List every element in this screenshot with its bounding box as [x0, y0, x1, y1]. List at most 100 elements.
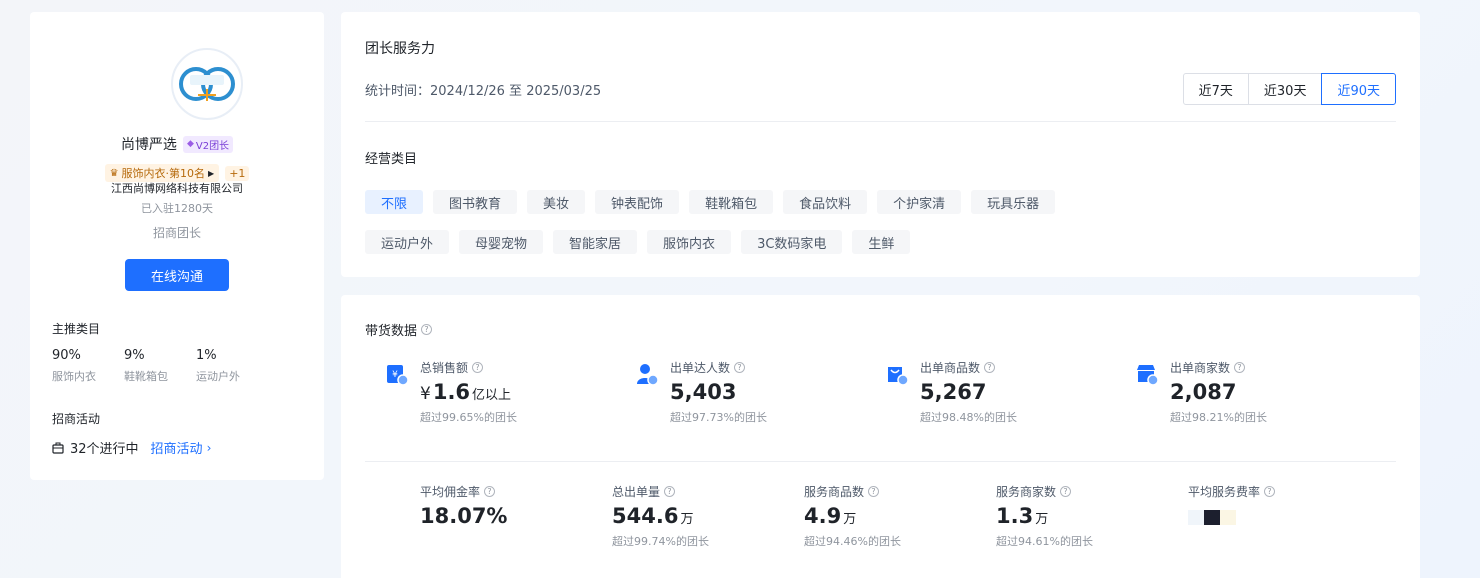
primary-metrics: ¥ 总销售额 ? ¥ 1.6 亿以上 超过99.65%的团长 出单达人数 ? 5… [385, 359, 1385, 425]
activity-link[interactable]: 招商活动 › [145, 438, 212, 458]
svg-text:¥: ¥ [392, 370, 398, 380]
help-icon[interactable]: ? [868, 486, 880, 497]
activity-count: 32个进行中 [70, 442, 139, 457]
chip-row: 运动户外 母婴宠物 智能家居 服饰内衣 3C数码家电 生鲜 [365, 230, 1396, 254]
sales-title-row: 带货数据 ? [365, 320, 433, 339]
shop-logo [171, 48, 243, 120]
help-icon[interactable]: ? [734, 362, 746, 373]
main-category-pct: 90% [52, 348, 81, 363]
chip-category[interactable]: 图书教育 [433, 190, 518, 214]
chip-category[interactable]: 鞋靴箱包 [689, 190, 774, 214]
divider [365, 121, 1396, 122]
chip-category[interactable]: 生鲜 [852, 230, 911, 254]
activity-title: 招商活动 [52, 412, 101, 426]
metric-label-row: 总出单量 ? [612, 483, 804, 500]
currency-symbol: ¥ [420, 384, 431, 404]
metric-label-row: 出单商家数 ? [1170, 359, 1385, 376]
category-chips: 不限 图书教育 美妆 钟表配饰 鞋靴箱包 食品饮料 个护家清 玩具乐器 运动户外… [365, 190, 1396, 270]
level-badge: ◆ V2团长 [182, 135, 234, 153]
metric-label-row: 平均佣金率 ? [420, 483, 612, 500]
chip-category[interactable]: 3C数码家电 [741, 230, 843, 254]
metric-label: 出单商品数 [920, 361, 981, 375]
chip-category[interactable]: 美妆 [527, 190, 586, 214]
metric-value: 2,087 [1170, 380, 1237, 404]
role-label: 招商团长 [152, 226, 201, 240]
main-category-name: 运动户外 [196, 370, 240, 383]
help-icon[interactable]: ? [984, 362, 996, 373]
period-text: 统计时间：2024/12/26 至 2025/03/25 [365, 84, 602, 99]
category-title: 经营类目 [365, 152, 418, 167]
metric-value-row: 544.6 万 [612, 504, 804, 528]
rank-extra-badge[interactable]: +1 [225, 165, 250, 181]
metric-merchants: 出单商家数 ? 2,087 超过98.21%的团长 [1135, 359, 1385, 425]
main-categories-list: 90% 服饰内衣 9% 鞋靴箱包 1% 运动户外 [52, 348, 240, 384]
chip-category[interactable]: 智能家居 [553, 230, 638, 254]
product-icon [888, 367, 909, 386]
chip-category[interactable]: 食品饮料 [783, 190, 868, 214]
range-tab-30d[interactable]: 近30天 [1247, 73, 1323, 105]
metric-unit: 万 [680, 512, 694, 527]
level-text: V2团长 [195, 140, 230, 152]
chip-category[interactable]: 服饰内衣 [647, 230, 732, 254]
chat-online-button[interactable]: 在线沟通 [125, 259, 229, 291]
chip-category[interactable]: 玩具乐器 [971, 190, 1056, 214]
shop-logo-icon [179, 67, 235, 101]
swatch [1220, 510, 1236, 525]
range-tab-7d[interactable]: 近7天 [1182, 73, 1249, 105]
swatch [1204, 510, 1220, 525]
chip-category[interactable]: 个护家清 [877, 190, 962, 214]
main-category-item: 1% 运动户外 [196, 348, 240, 384]
metric-sub: 超过94.61%的团长 [996, 535, 1093, 548]
metric-label-row: 总销售额 ? [420, 359, 635, 376]
metric-value-row: 5,403 [670, 380, 885, 404]
help-icon[interactable]: ? [664, 486, 676, 497]
metric-label: 平均服务费率 [1188, 485, 1261, 499]
metric-unit: 亿以上 [472, 388, 512, 403]
metric-label-row: 服务商品数 ? [804, 483, 996, 500]
chevron-right-icon: › [206, 440, 212, 455]
rank-text: 服饰内衣·第10名 [121, 167, 206, 180]
company-name: 江西尚博网络科技有限公司 [111, 182, 243, 195]
metric-value: 5,267 [920, 380, 987, 404]
main-category-name: 鞋靴箱包 [124, 370, 168, 383]
metric-value: 18.07% [420, 504, 508, 528]
metric-products: 出单商品数 ? 5,267 超过98.48%的团长 [885, 359, 1135, 425]
help-icon[interactable]: ? [1060, 486, 1072, 497]
main-category-name: 服饰内衣 [52, 370, 96, 383]
chip-all[interactable]: 不限 [365, 190, 424, 214]
metric-sub: 超过98.48%的团长 [920, 411, 1017, 424]
metric-sub: 超过99.74%的团长 [612, 535, 709, 548]
chip-category[interactable]: 母婴宠物 [459, 230, 544, 254]
main-category-pct: 1% [196, 348, 217, 363]
chip-category[interactable]: 运动户外 [365, 230, 450, 254]
help-icon[interactable]: ? [421, 324, 433, 335]
metric-label: 出单达人数 [670, 361, 731, 375]
range-tab-90d[interactable]: 近90天 [1321, 73, 1396, 105]
metric-influencers: 出单达人数 ? 5,403 超过97.73%的团长 [635, 359, 885, 425]
metric-service-merchants: 服务商家数 ? 1.3 万 超过94.61%的团长 [996, 483, 1188, 549]
joined-days: 已入驻1280天 [141, 202, 213, 215]
help-icon[interactable]: ? [472, 362, 484, 373]
metric-value-row: 4.9 万 [804, 504, 996, 528]
chip-category[interactable]: 钟表配饰 [595, 190, 680, 214]
main-categories-title: 主推类目 [52, 322, 101, 336]
main-category-item: 9% 鞋靴箱包 [124, 348, 168, 384]
metric-label: 平均佣金率 [420, 485, 481, 499]
trophy-icon: ♛ [109, 167, 119, 179]
shop-name: 尚博严选 [120, 137, 177, 153]
metric-value-row: 2,087 [1170, 380, 1385, 404]
metric-unit: 万 [1035, 512, 1049, 527]
help-icon[interactable]: ? [484, 486, 496, 497]
sales-icon: ¥ [387, 365, 409, 386]
service-card: 团长服务力 统计时间：2024/12/26 至 2025/03/25 近7天 近… [341, 12, 1420, 277]
help-icon[interactable]: ? [1234, 362, 1246, 373]
main-category-item: 90% 服饰内衣 [52, 348, 96, 384]
metric-value-row: ¥ 1.6 亿以上 [420, 380, 635, 404]
sales-title: 带货数据 [365, 324, 418, 339]
metric-value-row: 18.07% [420, 504, 612, 528]
metric-label-row: 平均服务费率 ? [1188, 483, 1380, 500]
help-icon[interactable]: ? [1264, 486, 1276, 497]
metric-value: 5,403 [670, 380, 737, 404]
metric-value: 4.9 [804, 504, 842, 528]
profile-card: 尚博严选 ◆ V2团长 ♛ 服饰内衣·第10名 ▶ +1 江西尚博网络科技有限公… [30, 12, 324, 480]
